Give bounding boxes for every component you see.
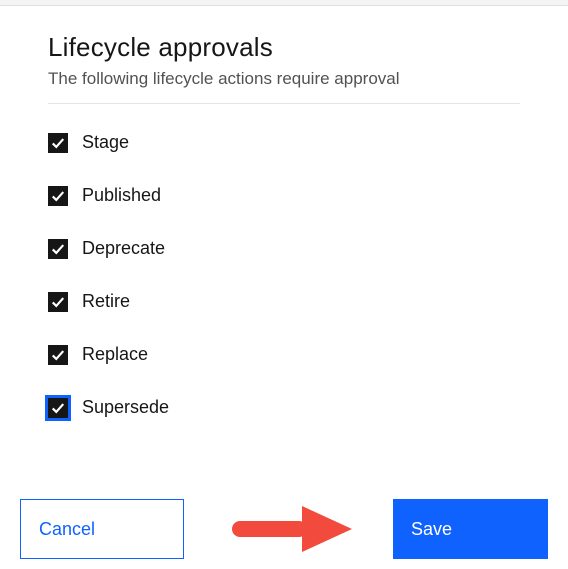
save-button[interactable]: Save	[393, 499, 548, 559]
checkmark-icon	[51, 242, 65, 256]
checkbox-row-retire[interactable]: Retire	[48, 291, 520, 312]
checkmark-icon	[51, 189, 65, 203]
annotation-arrow-wrap	[184, 504, 393, 554]
arrow-icon	[224, 504, 354, 554]
cancel-button[interactable]: Cancel	[20, 499, 184, 559]
checkbox-label: Replace	[82, 344, 148, 365]
checkbox-box[interactable]	[48, 239, 68, 259]
checkmark-icon	[51, 401, 65, 415]
checkbox-box[interactable]	[48, 133, 68, 153]
checkbox-label: Retire	[82, 291, 130, 312]
checkbox-box[interactable]	[48, 292, 68, 312]
checkmark-icon	[51, 348, 65, 362]
checkbox-row-stage[interactable]: Stage	[48, 132, 520, 153]
checkbox-box[interactable]	[48, 345, 68, 365]
checkbox-label: Stage	[82, 132, 129, 153]
checkbox-list: Stage Published Deprecate Retire Replace	[48, 132, 520, 418]
lifecycle-approvals-panel: Lifecycle approvals The following lifecy…	[0, 6, 568, 418]
checkbox-label: Deprecate	[82, 238, 165, 259]
checkmark-icon	[51, 136, 65, 150]
button-row: Cancel Save	[0, 499, 568, 559]
checkbox-row-deprecate[interactable]: Deprecate	[48, 238, 520, 259]
checkbox-row-supersede[interactable]: Supersede	[48, 397, 520, 418]
checkbox-row-published[interactable]: Published	[48, 185, 520, 206]
page-title: Lifecycle approvals	[48, 32, 520, 63]
checkbox-box[interactable]	[48, 398, 68, 418]
checkbox-label: Supersede	[82, 397, 169, 418]
checkbox-row-replace[interactable]: Replace	[48, 344, 520, 365]
checkbox-label: Published	[82, 185, 161, 206]
checkbox-box[interactable]	[48, 186, 68, 206]
divider	[48, 103, 520, 104]
checkmark-icon	[51, 295, 65, 309]
page-subtitle: The following lifecycle actions require …	[48, 69, 520, 89]
